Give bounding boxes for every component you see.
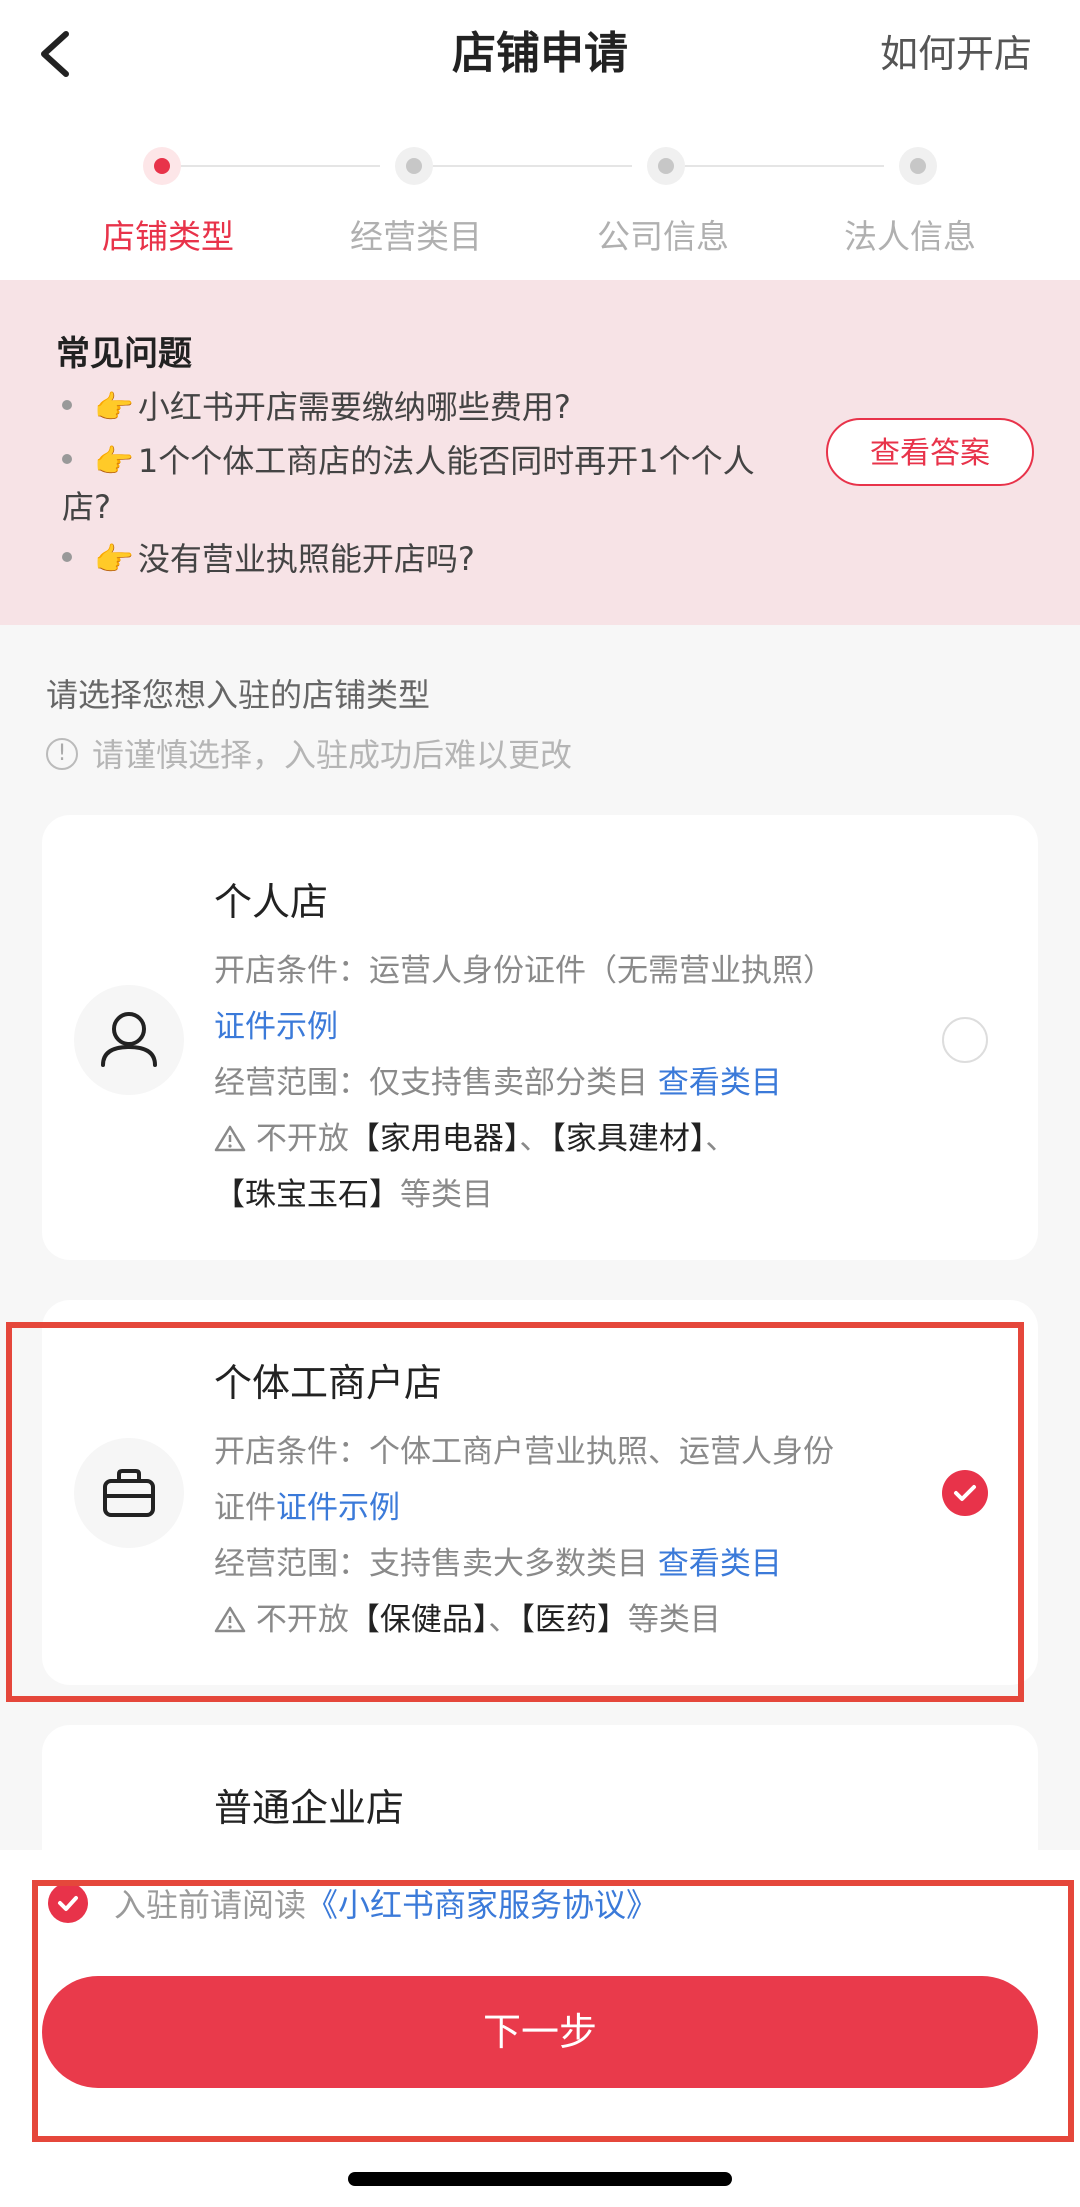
step-dot-company (647, 147, 685, 185)
faq-banner: 常见问题 👉 小红书开店需要缴纳哪些费用? 👉 1个个体工商店的法人能否同时再开1个… (0, 280, 1080, 625)
bullet-icon (62, 400, 72, 410)
section-note: ! 请谨慎选择，入驻成功后难以更改 (46, 730, 572, 776)
annotation-box-selected-card (6, 1322, 1024, 1702)
step-connector (684, 165, 884, 167)
step-dot-category (395, 147, 433, 185)
faq-item[interactable]: 👉 1个个体工商店的法人能否同时再开1个个人店? (62, 438, 762, 530)
warning-icon (214, 1121, 256, 1157)
step-dot-store-type (143, 147, 181, 185)
annotation-box-bottom-bar (32, 1880, 1074, 2142)
pointing-hand-icon: 👉 (94, 442, 134, 480)
bullet-icon (62, 454, 72, 464)
step-label-store-type: 店铺类型 (102, 217, 234, 256)
step-connector (432, 165, 632, 167)
pointing-hand-icon: 👉 (94, 388, 134, 426)
document-example-link[interactable]: 证件示例 (214, 1009, 338, 1045)
bullet-icon (62, 552, 72, 562)
card-title: 个人店 (214, 880, 329, 924)
how-to-open-link[interactable]: 如何开店 (880, 22, 1032, 86)
store-type-card-personal[interactable]: 个人店 开店条件：运营人身份证件（无需营业执照）证件示例 经营范围：仅支持售卖部… (42, 815, 1038, 1260)
step-label-legal-person: 法人信息 (844, 217, 976, 256)
section-title: 请选择您想入驻的店铺类型 (46, 676, 431, 714)
faq-item[interactable]: 👉 小红书开店需要缴纳哪些费用? (62, 384, 782, 430)
view-answers-button[interactable]: 查看答案 (826, 418, 1034, 486)
info-icon: ! (46, 738, 78, 770)
pointing-hand-icon: 👉 (94, 540, 134, 578)
card-restriction: 不开放【家用电器】、【家具建材】、【珠宝玉石】等类目 (214, 1121, 737, 1213)
step-label-category: 经营类目 (350, 217, 482, 256)
faq-title: 常见问题 (56, 334, 192, 374)
step-label-company: 公司信息 (597, 217, 729, 256)
card-scope: 经营范围：仅支持售卖部分类目 查看类目 (214, 1065, 782, 1101)
card-condition: 开店条件：运营人身份证件（无需营业执照）证件示例 (214, 953, 834, 1045)
radio-personal[interactable] (942, 1017, 988, 1063)
nav-bar: 店铺申请 如何开店 (0, 0, 1080, 110)
step-connector (180, 165, 380, 167)
view-categories-link[interactable]: 查看类目 (658, 1065, 782, 1101)
person-icon (74, 985, 184, 1095)
home-indicator (348, 2172, 732, 2186)
step-dot-legal-person (899, 147, 937, 185)
faq-item[interactable]: 👉 没有营业执照能开店吗? (62, 536, 782, 582)
card-title: 普通企业店 (214, 1786, 405, 1830)
progress-stepper: 店铺类型 经营类目 公司信息 法人信息 (0, 110, 1080, 280)
